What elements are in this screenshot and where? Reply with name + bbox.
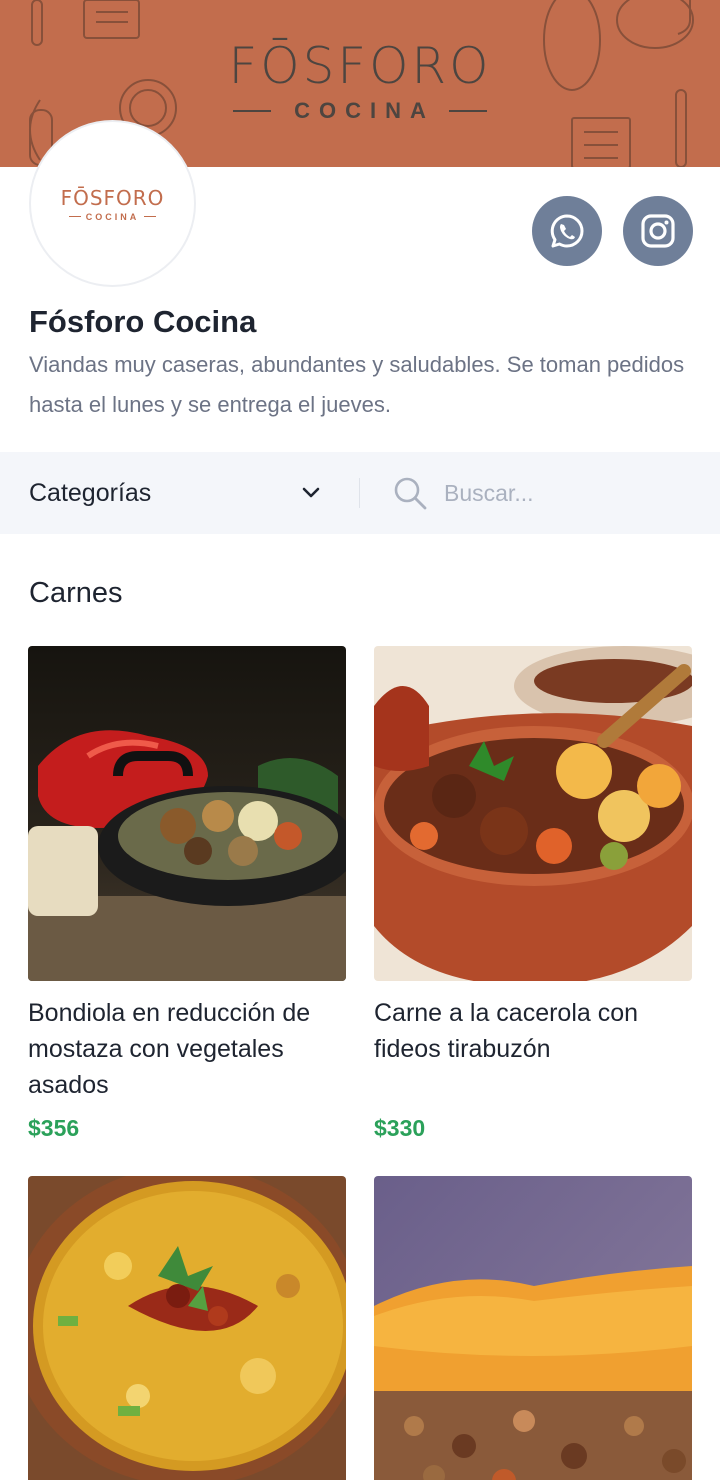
product-card[interactable]: Carne a la cacerola con fideos tirabuzón…: [374, 646, 692, 1141]
divider: [233, 110, 272, 112]
product-card[interactable]: Bondiola en reducción de mostaza con veg…: [28, 646, 346, 1141]
search-input[interactable]: [444, 479, 704, 507]
whatsapp-button[interactable]: [532, 196, 602, 266]
product-image: [374, 1176, 692, 1480]
divider: [144, 216, 157, 217]
product-photo[interactable]: [374, 1176, 692, 1480]
banner-subtitle-text: COCINA: [294, 98, 435, 123]
product-price: $330: [374, 1115, 426, 1141]
avatar-brand-text: FŌSFORO: [60, 185, 165, 210]
instagram-icon: [641, 214, 675, 248]
avatar-subtitle-text: COCINA: [85, 211, 140, 222]
section-title: Carnes: [29, 577, 123, 609]
banner-brand-text: FŌSFORO: [228, 37, 492, 95]
product-photo[interactable]: [28, 646, 346, 981]
search-icon: [394, 477, 427, 510]
product-name: Carne a la cacerola con fideos tirabuzón: [374, 999, 639, 1063]
product-name: Bondiola en reducción de mostaza con veg…: [28, 999, 311, 1099]
product-card[interactable]: [374, 1176, 692, 1480]
product-price: $356: [28, 1115, 80, 1141]
product-photo[interactable]: [374, 646, 692, 981]
store-description: Viandas muy caseras, abundantes y saluda…: [29, 352, 685, 417]
product-card[interactable]: [28, 1176, 346, 1480]
category-dropdown-label: Categorías: [29, 478, 152, 507]
banner-logo: FŌSFORO COCINA: [0, 38, 720, 124]
instagram-button[interactable]: [623, 196, 693, 266]
divider: [68, 216, 81, 217]
avatar-subtitle: COCINA: [68, 211, 157, 222]
search-box[interactable]: [360, 475, 704, 511]
product-image: [28, 1176, 346, 1480]
chevron-down-icon: [302, 487, 320, 498]
whatsapp-icon: [550, 214, 584, 248]
store-avatar: FŌSFORO COCINA: [29, 120, 196, 287]
category-dropdown[interactable]: Categorías: [0, 478, 360, 508]
divider: [448, 110, 487, 112]
product-image: [28, 646, 346, 981]
product-photo[interactable]: [28, 1176, 346, 1480]
filter-bar: Categorías: [0, 452, 720, 534]
store-title: Fósforo Cocina: [29, 304, 257, 339]
product-image: [374, 646, 692, 981]
